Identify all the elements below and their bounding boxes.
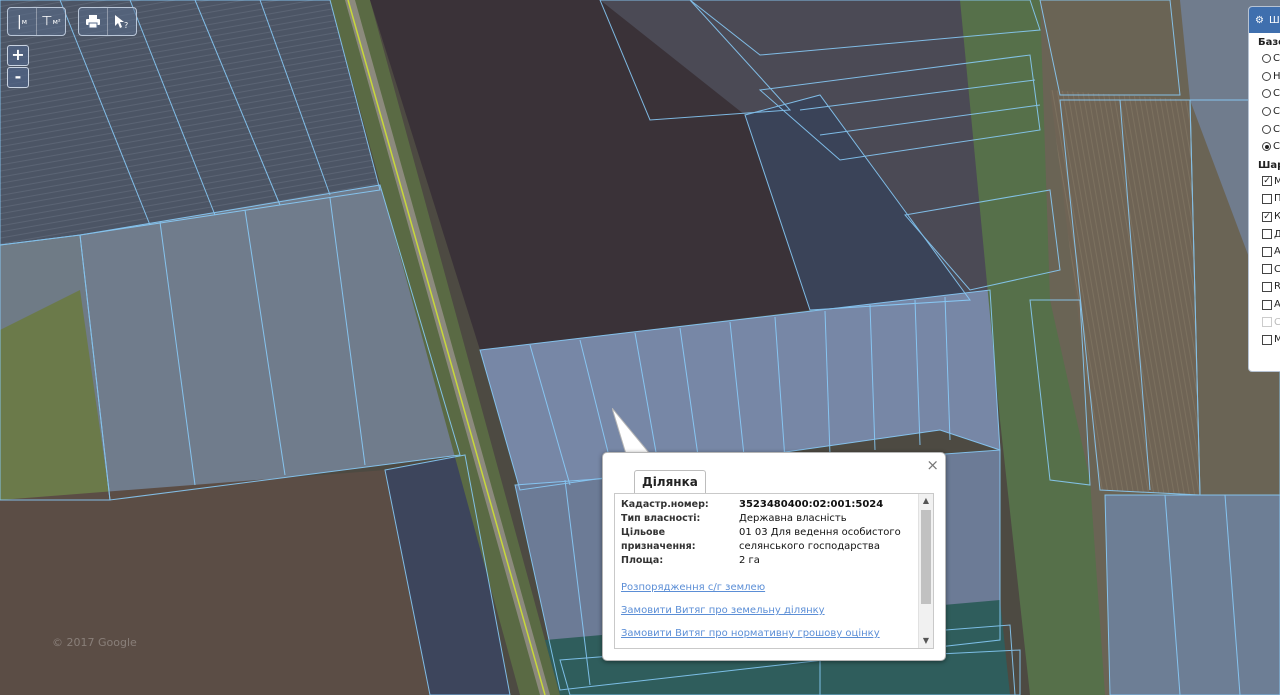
base-layers-title: Базо — [1258, 37, 1280, 48]
radio-button[interactable] — [1262, 71, 1271, 81]
parcel-field-value: 3523480400:02:001:5024 — [739, 499, 884, 510]
parcel-field-key: Цільове призначення: — [621, 527, 696, 552]
checkbox[interactable] — [1262, 264, 1272, 275]
overlay-layer-option[interactable]: П — [1249, 190, 1280, 208]
radio-button[interactable] — [1262, 89, 1271, 99]
popup-content: Кадастр.номер: 3523480400:02:001:5024 Тип … — [614, 493, 934, 649]
overlay-layer-option[interactable]: Д — [1249, 225, 1280, 243]
checkbox — [1262, 317, 1272, 328]
zoom-in-button[interactable]: + — [7, 45, 29, 66]
base-layer-option[interactable]: С — [1249, 50, 1280, 68]
popup-link[interactable]: Розпорядження с/г землею — [621, 582, 924, 593]
radio-button[interactable] — [1262, 142, 1271, 152]
base-layer-option[interactable]: С — [1249, 120, 1280, 138]
measure-area-button[interactable]: ⊤ м² — [37, 8, 65, 35]
overlay-layer-label: А — [1274, 299, 1280, 310]
overlay-layer-label: М — [1274, 176, 1280, 187]
svg-text:?: ? — [124, 21, 128, 29]
overlay-layer-option[interactable]: М — [1249, 331, 1280, 349]
checkbox[interactable] — [1262, 334, 1272, 345]
print-button[interactable] — [79, 8, 108, 35]
parcel-field-row: Кадастр.номер: 3523480400:02:001:5024 — [621, 498, 924, 512]
base-layer-label: С — [1273, 53, 1280, 65]
zoom-out-button[interactable]: - — [7, 67, 29, 88]
overlay-layer-label: А — [1274, 246, 1280, 257]
base-layer-label: С — [1273, 88, 1280, 100]
checkbox[interactable] — [1262, 193, 1272, 204]
layers-panel: ⚙Ш Базо СНСССС Шар ✓МП✓КДАСRАСМ — [1248, 6, 1280, 372]
map-copyright: © 2017 Google — [52, 636, 137, 649]
checkbox[interactable] — [1262, 281, 1272, 292]
popup-scrollbar[interactable]: ▲ ▼ — [918, 494, 933, 648]
overlay-layer-option[interactable]: ✓М — [1249, 173, 1280, 191]
layers-panel-header[interactable]: ⚙ Ш — [1249, 7, 1280, 33]
overlay-layer-label: С — [1274, 264, 1280, 275]
identify-button[interactable]: ? — [108, 8, 136, 35]
base-layer-option[interactable]: Н — [1249, 68, 1280, 86]
checkbox[interactable] — [1262, 299, 1272, 310]
parcel-field-value: 2 га — [739, 555, 760, 566]
base-layer-label: Н — [1273, 70, 1280, 82]
overlay-layer-option[interactable]: С — [1249, 261, 1280, 279]
base-layer-option[interactable]: С — [1249, 85, 1280, 103]
overlay-layer-option[interactable]: А — [1249, 243, 1280, 261]
overlay-layer-option: С — [1249, 313, 1280, 331]
overlay-layer-label: П — [1274, 193, 1280, 204]
popup-link[interactable]: Замовити Витяг про земельну ділянку — [621, 605, 924, 616]
checkbox[interactable] — [1262, 246, 1272, 257]
radio-button[interactable] — [1262, 54, 1271, 64]
overlay-layer-label: R — [1274, 281, 1280, 292]
print-icon — [86, 15, 100, 28]
info-cursor-icon: ? — [115, 15, 128, 29]
close-icon[interactable]: × — [926, 458, 939, 473]
parcel-field-value: 01 03 Для ведення особистого селянського… — [739, 527, 901, 552]
parcel-field-row: Площа: 2 га — [621, 554, 924, 568]
checkbox[interactable] — [1262, 229, 1272, 240]
scroll-up-icon[interactable]: ▲ — [919, 495, 933, 507]
measure-distance-button[interactable]: | м — [8, 8, 37, 35]
base-layer-option[interactable]: С — [1249, 103, 1280, 121]
base-layer-option[interactable]: С — [1249, 138, 1280, 156]
popup-tail — [612, 408, 652, 455]
parcel-field-key: Площа: — [621, 555, 664, 566]
base-layer-label: С — [1273, 123, 1280, 135]
gear-icon: ⚙ — [1255, 14, 1264, 26]
checkbox[interactable]: ✓ — [1262, 211, 1272, 222]
parcel-field-row: Тип власності: Державна власність — [621, 512, 924, 526]
overlay-layer-label: С — [1274, 317, 1280, 328]
overlay-layer-label: М — [1274, 334, 1280, 345]
overlay-layer-option[interactable]: R — [1249, 278, 1280, 296]
overlay-layer-label: Д — [1274, 229, 1280, 240]
parcel-field-key: Тип власності: — [621, 513, 701, 524]
parcel-info-popup: × Ділянка Кадастр.номер: 3523480400:02:00… — [602, 452, 946, 661]
tools-toolbar: ? — [78, 7, 137, 36]
measure-toolbar: | м ⊤ м² — [7, 7, 66, 36]
area-ruler-icon: ⊤ — [41, 14, 53, 29]
overlay-layer-option[interactable]: А — [1249, 296, 1280, 314]
parcel-field-value: Державна власність — [739, 513, 847, 524]
overlay-layer-label: К — [1274, 211, 1280, 222]
checkbox[interactable]: ✓ — [1262, 176, 1272, 187]
scroll-thumb[interactable] — [921, 510, 931, 604]
parcel-field-key: Кадастр.номер: — [621, 499, 709, 510]
parcel-field-row: Цільове призначення: 01 03 Для ведення ос… — [621, 526, 924, 554]
tab-parcel[interactable]: Ділянка — [634, 470, 706, 493]
overlay-layer-option[interactable]: ✓К — [1249, 208, 1280, 226]
radio-button[interactable] — [1262, 124, 1271, 134]
overlay-layers-title: Шар — [1258, 159, 1280, 171]
radio-button[interactable] — [1262, 107, 1271, 117]
base-layer-label: С — [1273, 141, 1280, 153]
popup-link[interactable]: Замовити Витяг про нормативну грошову оц… — [621, 628, 924, 639]
scroll-down-icon[interactable]: ▼ — [919, 635, 933, 647]
base-layer-label: С — [1273, 106, 1280, 118]
